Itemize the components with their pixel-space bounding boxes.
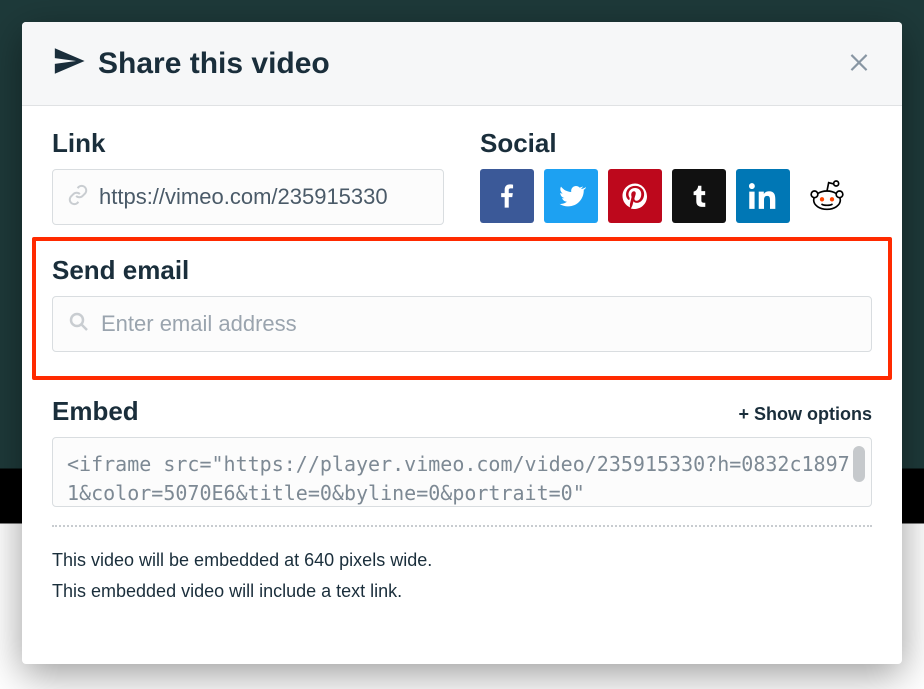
embed-label: Embed — [52, 396, 139, 427]
modal-header: Share this video — [22, 22, 902, 106]
modal-title: Share this video — [98, 47, 330, 81]
embed-footer: This video will be embedded at 640 pixel… — [52, 545, 872, 606]
link-input[interactable] — [99, 184, 429, 210]
paper-plane-icon — [52, 44, 86, 83]
divider — [52, 525, 872, 527]
embed-footer-line1: This video will be embedded at 640 pixel… — [52, 545, 872, 576]
twitter-icon — [556, 181, 586, 211]
email-input[interactable] — [101, 311, 857, 337]
linkedin-icon — [749, 182, 777, 210]
close-button[interactable] — [846, 48, 872, 80]
embed-footer-line2: This embedded video will include a text … — [52, 576, 872, 607]
facebook-button[interactable] — [480, 169, 534, 223]
embed-code-box[interactable]: <iframe src="https://player.vimeo.com/vi… — [52, 437, 872, 507]
link-icon — [67, 184, 89, 211]
scrollbar-thumb[interactable] — [853, 446, 865, 482]
share-modal: Share this video Link Social — [22, 22, 902, 664]
link-input-wrap[interactable] — [52, 169, 444, 225]
email-input-wrap[interactable] — [52, 296, 872, 352]
send-email-section: Send email — [32, 237, 892, 380]
pinterest-button[interactable] — [608, 169, 662, 223]
link-section: Link — [52, 128, 444, 225]
tumblr-icon — [686, 183, 712, 209]
close-icon — [846, 48, 872, 74]
social-section: Social — [480, 128, 872, 225]
reddit-icon — [807, 176, 847, 216]
embed-section: Embed + Show options <iframe src="https:… — [52, 396, 872, 507]
linkedin-button[interactable] — [736, 169, 790, 223]
show-options-link[interactable]: + Show options — [739, 404, 873, 425]
pinterest-icon — [620, 181, 650, 211]
facebook-icon — [493, 182, 521, 210]
embed-code-text: <iframe src="https://player.vimeo.com/vi… — [67, 452, 850, 505]
search-icon — [67, 310, 91, 339]
modal-body: Link Social — [22, 106, 902, 616]
reddit-button[interactable] — [800, 169, 854, 223]
tumblr-button[interactable] — [672, 169, 726, 223]
send-email-label: Send email — [52, 255, 872, 286]
twitter-button[interactable] — [544, 169, 598, 223]
social-label: Social — [480, 128, 872, 159]
link-label: Link — [52, 128, 444, 159]
